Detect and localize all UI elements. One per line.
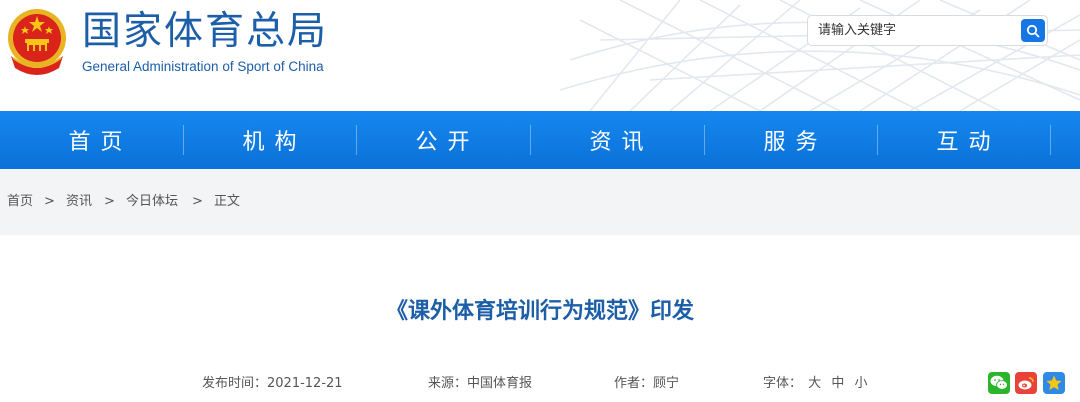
nav-item-services[interactable]: 服务 <box>705 111 876 169</box>
font-size-large-button[interactable]: 大 <box>808 376 821 391</box>
share-weibo-button[interactable] <box>1015 372 1037 394</box>
site-title-en[interactable]: General Administration of Sport of China <box>82 58 324 76</box>
share-favorite-button[interactable] <box>1043 372 1065 394</box>
search-input[interactable] <box>808 16 1014 45</box>
share-wechat-button[interactable] <box>988 372 1010 394</box>
nav-item-public[interactable]: 公开 <box>357 111 528 169</box>
breadcrumb-news[interactable]: 资讯 <box>66 193 92 211</box>
breadcrumb-home[interactable]: 首页 <box>7 193 33 211</box>
publish-date: 发布时间：2021-12-21 <box>202 375 343 393</box>
font-size-label: 字体： <box>763 376 803 391</box>
breadcrumb-separator: > <box>44 194 55 209</box>
breadcrumb-sports-today[interactable]: 今日体坛 <box>126 193 178 211</box>
article-author: 作者：顾宁 <box>614 375 679 393</box>
search-icon <box>1026 24 1040 37</box>
source-label: 来源： <box>428 376 468 391</box>
author-value: 顾宁 <box>653 376 680 391</box>
site-header: 国家体育总局 General Administration of Sport o… <box>0 0 1080 111</box>
author-label: 作者： <box>614 376 654 391</box>
breadcrumb-separator: > <box>104 194 115 209</box>
publish-date-label: 发布时间： <box>202 376 268 391</box>
nav-item-institutions[interactable]: 机构 <box>184 111 355 169</box>
site-title-cn[interactable]: 国家体育总局 <box>82 10 328 54</box>
article-title: 《课外体育培训行为规范》印发 <box>385 299 694 324</box>
weibo-icon <box>1018 377 1034 390</box>
source-value: 中国体育报 <box>467 376 533 391</box>
search-button[interactable] <box>1021 19 1045 42</box>
publish-date-value: 2021-12-21 <box>267 376 343 391</box>
wechat-icon <box>990 375 1008 390</box>
nav-item-home[interactable]: 首页 <box>10 111 181 169</box>
national-emblem-icon <box>8 9 66 75</box>
nav-item-interaction[interactable]: 互动 <box>878 111 1049 169</box>
breadcrumb-current: 正文 <box>214 194 241 209</box>
font-size-medium-button[interactable]: 中 <box>831 376 844 391</box>
font-size-controls: 字体： 大 中 小 <box>763 375 867 393</box>
breadcrumb-separator: > <box>192 194 203 209</box>
search-box <box>807 15 1048 46</box>
main-nav: 首页 机构 公开 资讯 服务 互动 <box>0 111 1080 169</box>
nav-item-news[interactable]: 资讯 <box>531 111 702 169</box>
article-source: 来源：中国体育报 <box>428 375 532 393</box>
favorite-star-icon <box>1046 375 1062 390</box>
font-size-small-button[interactable]: 小 <box>854 376 867 391</box>
nav-divider <box>1050 125 1051 155</box>
breadcrumb: 首页 > 资讯 > 今日体坛 > 正文 <box>0 169 1080 235</box>
